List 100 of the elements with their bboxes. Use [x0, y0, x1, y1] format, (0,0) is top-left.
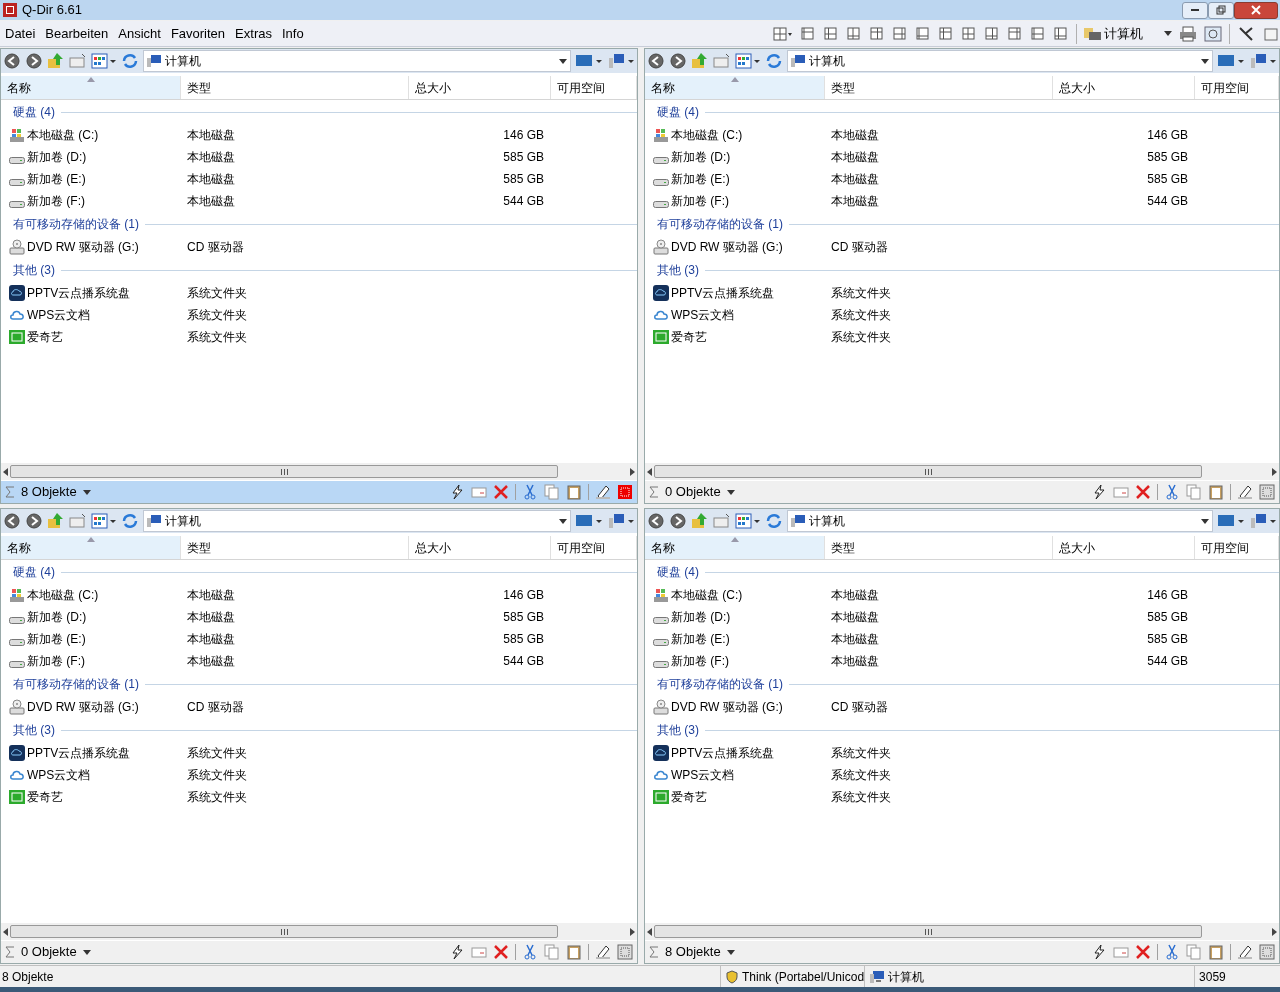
group-header[interactable]: 有可移动存储的设备 (1) [13, 675, 139, 693]
layout-icon[interactable] [1030, 26, 1046, 41]
network-icon[interactable] [607, 53, 635, 69]
column-header[interactable]: 类型 [181, 76, 409, 99]
paste-icon[interactable] [1208, 484, 1224, 500]
file-name[interactable]: DVD RW 驱动器 (G:) [671, 698, 783, 716]
column-header[interactable]: 可用空间 [551, 76, 637, 99]
object-count-dropdown[interactable]: 8 Objekte [665, 942, 735, 962]
caret-icon[interactable] [559, 58, 567, 64]
file-name[interactable]: WPS云文档 [671, 306, 735, 324]
maximize-button[interactable] [1208, 1, 1234, 19]
layout-icon[interactable] [892, 26, 908, 41]
file-name[interactable]: DVD RW 驱动器 (G:) [27, 698, 139, 716]
scrollbar-thumb[interactable] [10, 925, 558, 938]
file-name[interactable]: DVD RW 驱动器 (G:) [671, 238, 783, 256]
file-name[interactable]: 新加卷 (F:) [27, 192, 85, 210]
layout-icon[interactable] [915, 26, 931, 41]
object-count-dropdown[interactable]: 8 Objekte [21, 482, 91, 502]
file-name[interactable]: WPS云文档 [27, 766, 91, 784]
lightning-icon[interactable] [1091, 944, 1107, 960]
object-count-dropdown[interactable]: 0 Objekte [665, 482, 735, 502]
file-name[interactable]: 新加卷 (D:) [671, 608, 731, 626]
preview-icon[interactable] [1204, 25, 1222, 42]
address-field[interactable]: 计算机 [143, 50, 571, 72]
location-dropdown[interactable]: 计算机 [1084, 23, 1172, 44]
paste-icon[interactable] [566, 944, 582, 960]
file-name[interactable]: PPTV云点播系统盘 [671, 284, 775, 302]
file-name[interactable]: 爱奇艺 [671, 328, 707, 346]
scrollbar-thumb[interactable] [654, 925, 1202, 938]
column-header[interactable]: 名称 [645, 76, 825, 99]
view-icon[interactable] [735, 52, 761, 70]
column-header[interactable]: 类型 [181, 536, 409, 559]
file-name[interactable]: 爱奇艺 [671, 788, 707, 806]
menu-item[interactable]: Ansicht [113, 22, 166, 45]
forward-icon[interactable] [669, 52, 687, 70]
file-name[interactable]: 新加卷 (E:) [27, 630, 86, 648]
delete-icon[interactable] [1135, 484, 1151, 500]
caret-icon[interactable] [559, 518, 567, 524]
horizontal-scrollbar[interactable] [1, 463, 637, 480]
file-name[interactable]: WPS云文档 [671, 766, 735, 784]
back-icon[interactable] [647, 52, 665, 70]
layout-icon[interactable] [800, 26, 816, 41]
menu-item[interactable]: Info [276, 22, 309, 45]
forward-icon[interactable] [25, 52, 43, 70]
refresh-icon[interactable] [121, 52, 139, 70]
pane-icon[interactable] [1259, 484, 1275, 500]
object-count-dropdown[interactable]: 0 Objekte [21, 942, 91, 962]
file-name[interactable]: 新加卷 (F:) [27, 652, 85, 670]
cut-icon[interactable] [1164, 484, 1180, 500]
scroll-right-icon[interactable] [630, 467, 635, 476]
column-header[interactable]: 名称 [1, 536, 181, 559]
layout-icon[interactable] [961, 26, 977, 41]
address-field[interactable]: 计算机 [143, 510, 571, 532]
group-header[interactable]: 有可移动存储的设备 (1) [13, 215, 139, 233]
pane-icon[interactable] [617, 944, 633, 960]
network-icon[interactable] [1249, 53, 1277, 69]
group-header[interactable]: 硬盘 (4) [657, 563, 699, 581]
delete-icon[interactable] [493, 484, 509, 500]
minimize-button[interactable] [1182, 1, 1208, 19]
group-header[interactable]: 有可移动存储的设备 (1) [657, 215, 783, 233]
scrollbar-thumb[interactable] [654, 465, 1202, 478]
file-name[interactable]: 新加卷 (D:) [671, 148, 731, 166]
file-name[interactable]: 新加卷 (D:) [27, 608, 87, 626]
forward-icon[interactable] [669, 512, 687, 530]
monitor-icon[interactable] [1217, 53, 1245, 69]
file-name[interactable]: PPTV云点播系统盘 [27, 284, 131, 302]
caret-icon[interactable] [1201, 518, 1209, 524]
view-icon[interactable] [91, 512, 117, 530]
file-name[interactable]: 本地磁盘 (C:) [27, 126, 99, 144]
column-header[interactable]: 可用空间 [551, 536, 637, 559]
lightning-icon[interactable] [449, 944, 465, 960]
address-field[interactable]: 计算机 [787, 510, 1213, 532]
layout-icon[interactable] [846, 26, 862, 41]
caret-icon[interactable] [1201, 58, 1209, 64]
address-field[interactable]: 计算机 [787, 50, 1213, 72]
column-header[interactable]: 名称 [645, 536, 825, 559]
column-header[interactable]: 可用空间 [1195, 536, 1279, 559]
column-header[interactable]: 总大小 [409, 76, 551, 99]
group-header[interactable]: 其他 (3) [13, 261, 55, 279]
column-header[interactable]: 类型 [825, 76, 1053, 99]
layout-icon[interactable] [823, 26, 839, 41]
file-name[interactable]: 新加卷 (D:) [27, 148, 87, 166]
file-name[interactable]: 新加卷 (F:) [671, 652, 729, 670]
paste-icon[interactable] [566, 484, 582, 500]
rename-icon[interactable] [1237, 484, 1253, 500]
monitor-icon[interactable] [575, 513, 603, 529]
rename-icon[interactable] [1237, 944, 1253, 960]
file-name[interactable]: 新加卷 (F:) [671, 192, 729, 210]
horizontal-scrollbar[interactable] [645, 463, 1279, 480]
file-name[interactable]: 本地磁盘 (C:) [27, 586, 99, 604]
back-icon[interactable] [647, 512, 665, 530]
group-header[interactable]: 其他 (3) [657, 721, 699, 739]
group-header[interactable]: 硬盘 (4) [13, 103, 55, 121]
back-icon[interactable] [3, 52, 21, 70]
printer-icon[interactable] [1179, 25, 1197, 42]
layout-icon[interactable] [869, 26, 885, 41]
file-name[interactable]: PPTV云点播系统盘 [671, 744, 775, 762]
cut-icon[interactable] [522, 484, 538, 500]
rename-icon[interactable] [595, 484, 611, 500]
refresh-icon[interactable] [765, 52, 783, 70]
